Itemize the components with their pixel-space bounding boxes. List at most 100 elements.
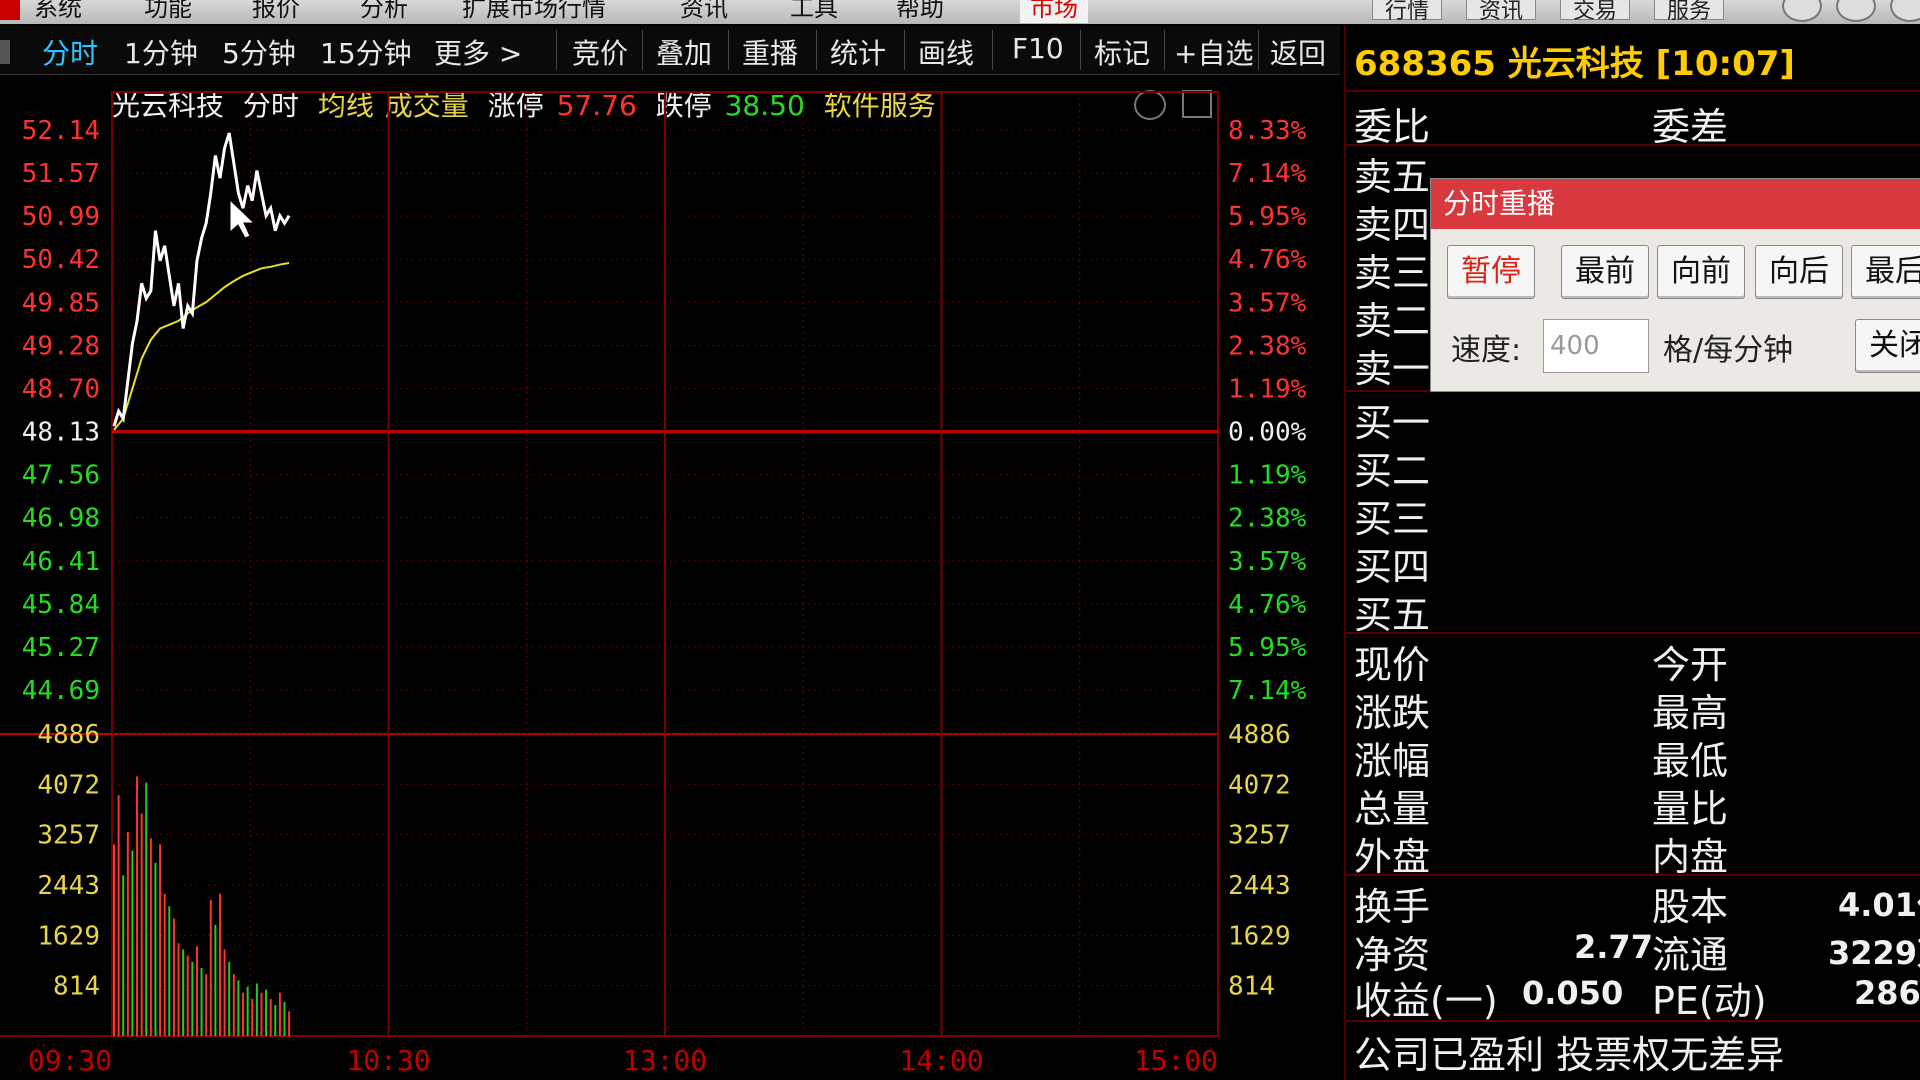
pe-value: 286. (1854, 974, 1920, 1012)
company-note: 公司已盈利 投票权无差异 (1354, 1033, 1785, 1077)
price-tick-label: 50.99 (22, 202, 100, 232)
close-window-icon[interactable] (1890, 0, 1920, 22)
replay-dialog: 分时重播 暂停 最前 向前 向后 最后 速度: 400 格/每分钟 关闭 (1430, 178, 1920, 392)
price-tick-label: 49.28 (22, 331, 100, 361)
pe-label: PE(动) (1652, 979, 1767, 1023)
pct-tick-label: 1.19% (1228, 374, 1307, 404)
buy-1-label: 买一 (1354, 401, 1431, 445)
price-tick-label: 47.56 (22, 461, 100, 491)
pct-tick-label: 5.95% (1228, 633, 1307, 663)
price-tick-label: 48.13 (22, 418, 100, 448)
wei-cha-label: 委差 (1652, 105, 1729, 149)
volume-tick-label: 4886 (37, 720, 100, 750)
volume-tick-label-right: 814 (1228, 972, 1275, 1002)
change-pct-label: 涨幅 (1354, 739, 1431, 783)
panel-divider (1346, 90, 1920, 92)
price-tick-label: 51.57 (22, 159, 100, 189)
top-button-news[interactable]: 资讯 (1466, 0, 1537, 24)
price-tick-label: 49.85 (22, 288, 100, 318)
time-tick-label: 09:30 (28, 1044, 112, 1077)
sell-2-label: 卖二 (1354, 299, 1431, 343)
first-button[interactable]: 最前 (1561, 245, 1649, 299)
volume-tick-label-right: 2443 (1228, 871, 1291, 901)
minimize-icon[interactable] (1782, 0, 1822, 22)
sell-1-label: 卖一 (1354, 347, 1431, 391)
price-line (112, 132, 291, 427)
price-tick-label: 52.14 (22, 116, 100, 146)
eps-value: 0.050 (1522, 974, 1624, 1012)
price-tick-label: 45.84 (22, 590, 100, 620)
wei-bi-label: 委比 (1354, 105, 1431, 149)
pct-tick-label: 2.38% (1228, 504, 1307, 534)
pct-tick-label: 3.57% (1228, 288, 1307, 318)
next-button[interactable]: 向后 (1755, 245, 1843, 299)
buy-2-label: 买二 (1354, 449, 1431, 493)
speed-label: 速度: (1451, 333, 1522, 368)
float-value: 3229万 (1828, 934, 1920, 972)
volume-tick-label-right: 4886 (1228, 720, 1291, 750)
chart-grid (0, 91, 1219, 1037)
pct-tick-label: 3.57% (1228, 547, 1307, 577)
volume-tick-label: 4072 (37, 770, 100, 800)
shares-label: 股本 (1652, 885, 1729, 929)
sell-4-label: 卖四 (1354, 203, 1431, 247)
stock-title: 688365 光云科技 [10:07] (1354, 44, 1795, 84)
total-volume-label: 总量 (1354, 787, 1431, 831)
pct-tick-label: 8.33% (1228, 116, 1307, 146)
intraday-chart: 52.14 8.33% 51.57 7.14% 50.99 5.95% 50.42 4.76%… (0, 91, 1307, 1077)
volume-tick-label: 2443 (37, 871, 100, 901)
sell-3-label: 卖三 (1354, 251, 1431, 295)
pct-tick-label: 7.14% (1228, 159, 1307, 189)
eps-label: 收益(一) (1354, 979, 1498, 1023)
turnover-label: 换手 (1354, 885, 1431, 929)
replay-dialog-title[interactable]: 分时重播 (1431, 179, 1920, 229)
price-tick-label: 45.27 (22, 633, 100, 663)
maximize-icon[interactable] (1836, 0, 1876, 22)
panel-divider (1346, 1020, 1920, 1022)
net-assets-value: 2.77 (1574, 928, 1653, 966)
price-label: 现价 (1354, 643, 1431, 687)
volume-tick-label: 3257 (37, 821, 100, 851)
top-button-service[interactable]: 服务 (1654, 0, 1725, 24)
volume-bars (113, 776, 291, 1036)
pct-tick-label: 0.00% (1228, 418, 1307, 448)
low-label: 最低 (1652, 739, 1729, 783)
high-label: 最高 (1652, 691, 1729, 735)
speed-input[interactable]: 400 (1543, 319, 1649, 373)
pause-button[interactable]: 暂停 (1447, 245, 1535, 299)
shares-value: 4.01亿 (1838, 886, 1920, 924)
top-button-trade[interactable]: 交易 (1560, 0, 1631, 24)
price-tick-label: 50.42 (22, 245, 100, 275)
buy-4-label: 买四 (1354, 545, 1431, 589)
sell-5-label: 卖五 (1354, 155, 1431, 199)
pct-tick-label: 4.76% (1228, 590, 1307, 620)
panel-divider (1346, 874, 1920, 876)
top-button-quotes[interactable]: 行情 (1372, 0, 1443, 24)
outer-volume-label: 外盘 (1354, 835, 1431, 879)
pct-tick-label: 2.38% (1228, 331, 1307, 361)
speed-unit-label: 格/每分钟 (1663, 333, 1794, 368)
pct-tick-label: 4.76% (1228, 245, 1307, 275)
volume-tick-label: 814 (53, 972, 100, 1002)
pct-tick-label: 5.95% (1228, 202, 1307, 232)
volume-tick-label-right: 3257 (1228, 821, 1291, 851)
prev-button[interactable]: 向前 (1657, 245, 1745, 299)
price-tick-label: 48.70 (22, 374, 100, 404)
panel-divider (1346, 144, 1920, 146)
pct-tick-label: 7.14% (1228, 676, 1307, 706)
inner-volume-label: 内盘 (1652, 835, 1729, 879)
price-tick-label: 46.41 (22, 547, 100, 577)
last-button[interactable]: 最后 (1851, 245, 1920, 299)
time-tick-label: 10:30 (346, 1044, 430, 1077)
time-tick-label: 14:00 (899, 1044, 983, 1077)
buy-5-label: 买五 (1354, 593, 1431, 637)
close-dialog-button[interactable]: 关闭 (1855, 319, 1920, 373)
price-tick-label: 44.69 (22, 676, 100, 706)
volume-tick-label-right: 1629 (1228, 921, 1291, 951)
time-tick-label: 13:00 (623, 1044, 707, 1077)
pct-tick-label: 1.19% (1228, 461, 1307, 491)
change-label: 涨跌 (1354, 691, 1431, 735)
volume-tick-label: 1629 (37, 921, 100, 951)
open-label: 今开 (1652, 643, 1729, 687)
volume-ratio-label: 量比 (1652, 787, 1729, 831)
